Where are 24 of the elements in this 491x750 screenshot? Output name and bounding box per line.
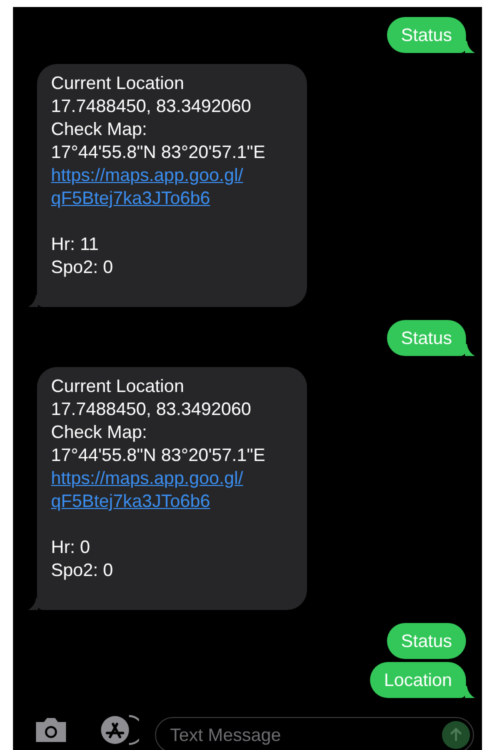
sent-message: Status bbox=[386, 623, 466, 659]
message-line: Spo2: 0 bbox=[51, 559, 114, 582]
message-line: Hr: 0 bbox=[51, 536, 92, 559]
message-line: 17°44'55.8"N 83°20'57.1"E bbox=[51, 444, 266, 467]
map-link[interactable]: https://maps.app.goo.gl/ bbox=[51, 164, 244, 187]
app-store-icon[interactable] bbox=[99, 714, 139, 746]
message-line: Current Location bbox=[51, 375, 186, 398]
map-link[interactable]: qF5Btej7ka3JTo6b6 bbox=[51, 187, 210, 210]
map-link[interactable]: qF5Btej7ka3JTo6b6 bbox=[51, 490, 210, 513]
message-line: 17.7488450, 83.3492060 bbox=[51, 95, 252, 118]
message-line: Spo2: 0 bbox=[51, 256, 114, 279]
map-link[interactable]: https://maps.app.goo.gl/ bbox=[51, 467, 244, 490]
bubble-tail bbox=[465, 41, 475, 53]
camera-icon[interactable] bbox=[33, 716, 69, 744]
message-line: Current Location bbox=[51, 72, 186, 95]
message-line: Hr: 11 bbox=[51, 233, 100, 256]
message-line: Check Map: bbox=[51, 421, 148, 444]
message-line: Check Map: bbox=[51, 118, 148, 141]
bubble-tail bbox=[465, 686, 475, 698]
message-line: 17°44'55.8"N 83°20'57.1"E bbox=[51, 141, 266, 164]
message-input-field[interactable]: Text Message bbox=[155, 717, 474, 750]
send-icon[interactable] bbox=[442, 721, 470, 749]
bubble-tail bbox=[465, 344, 475, 356]
message-line: 17.7488450, 83.3492060 bbox=[51, 398, 252, 421]
